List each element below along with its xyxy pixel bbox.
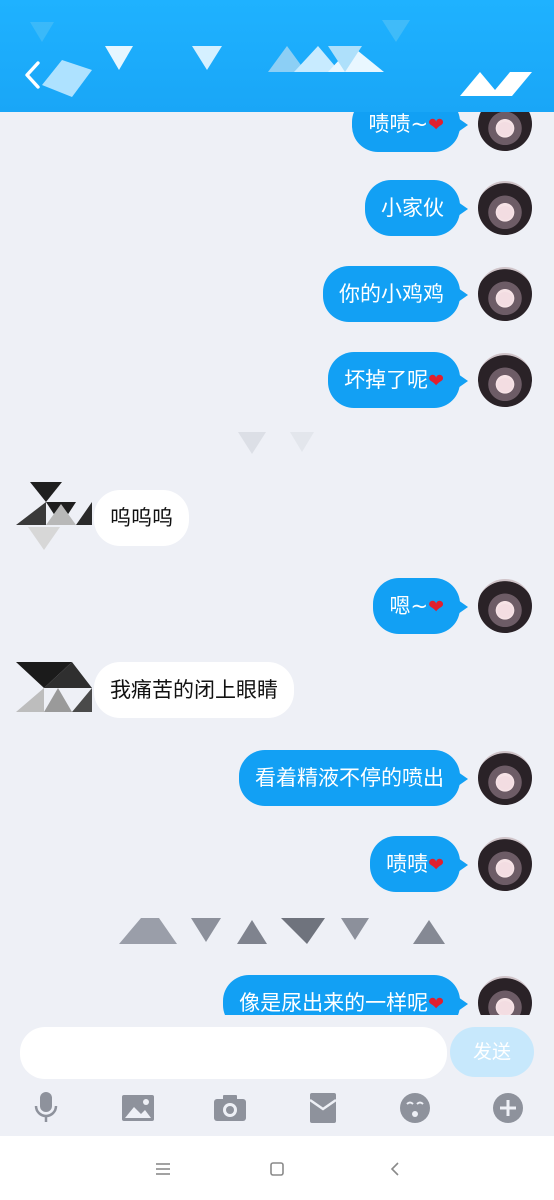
heart-emoji: ❤ (428, 993, 444, 1015)
back-nav-button[interactable] (380, 1154, 410, 1184)
message-bubble[interactable]: 你的小鸡鸡 (323, 266, 468, 322)
message-text: 啧啧~ (368, 112, 429, 136)
avatar[interactable] (478, 267, 532, 321)
home-button[interactable] (262, 1154, 292, 1184)
camera-icon (214, 1095, 246, 1121)
menu-icon (156, 1163, 170, 1175)
avatar[interactable] (478, 579, 532, 633)
message-bubble[interactable]: 啧啧❤ (370, 836, 468, 892)
square-icon (270, 1162, 284, 1176)
message-text: 呜呜呜 (110, 506, 173, 530)
emoji-button[interactable] (395, 1088, 435, 1128)
message-list[interactable]: 啧啧~❤ 小家伙 你的小鸡鸡 坏掉了呢❤ 呜呜呜 嗯~❤ 我痛苦的闭上眼睛 看着… (0, 100, 554, 1015)
red-packet-icon (309, 1093, 337, 1123)
avatar[interactable] (478, 181, 532, 235)
emoji-icon (400, 1093, 430, 1123)
message-bubble[interactable]: 小家伙 (365, 180, 468, 236)
message-input[interactable] (20, 1027, 447, 1079)
avatar[interactable] (478, 353, 532, 407)
heart-emoji: ❤ (428, 596, 444, 618)
message-text: 像是尿出来的一样呢 (239, 991, 429, 1015)
message-text: 我痛苦的闭上眼睛 (110, 678, 278, 702)
avatar-mosaic (16, 482, 92, 550)
microphone-icon (34, 1092, 58, 1122)
obscured-timestamp (238, 432, 314, 454)
heart-emoji: ❤ (428, 854, 444, 876)
camera-button[interactable] (210, 1088, 250, 1128)
avatar[interactable] (14, 662, 92, 732)
message-text: 你的小鸡鸡 (339, 282, 444, 306)
message-bubble[interactable]: 我痛苦的闭上眼睛 (94, 662, 294, 718)
heart-emoji: ❤ (428, 370, 444, 392)
heart-emoji: ❤ (428, 114, 444, 136)
avatar[interactable] (478, 976, 532, 1015)
recent-apps-button[interactable] (148, 1154, 178, 1184)
image-icon (122, 1095, 154, 1121)
message-text: 啧啧 (386, 852, 429, 876)
chat-header (0, 0, 554, 112)
more-button[interactable] (488, 1088, 528, 1128)
photo-button[interactable] (118, 1088, 158, 1128)
composer-toolbar (0, 1080, 554, 1136)
message-text: 坏掉了呢 (344, 368, 429, 392)
avatar[interactable] (478, 751, 532, 805)
chevron-left-icon (390, 1162, 399, 1176)
message-bubble[interactable]: 呜呜呜 (94, 490, 189, 546)
avatar[interactable] (478, 837, 532, 891)
obscured-system-message (119, 918, 445, 944)
send-button[interactable]: 发送 (450, 1027, 534, 1077)
message-text: 嗯~ (389, 594, 429, 618)
red-packet-button[interactable] (303, 1088, 343, 1128)
voice-button[interactable] (26, 1088, 66, 1128)
message-text: 看着精液不停的喷出 (255, 766, 444, 790)
plus-icon (493, 1093, 523, 1123)
avatar-mosaic (16, 662, 92, 712)
composer: 发送 (0, 1015, 554, 1090)
message-text: 小家伙 (381, 196, 444, 220)
message-bubble[interactable]: 嗯~❤ (373, 578, 468, 634)
message-bubble[interactable]: 坏掉了呢❤ (328, 352, 468, 408)
header-mosaic (30, 20, 532, 97)
avatar[interactable] (14, 482, 92, 552)
system-navigation-bar (0, 1136, 554, 1200)
message-bubble[interactable]: 看着精液不停的喷出 (239, 750, 468, 806)
message-bubble[interactable]: 像是尿出来的一样呢❤ (223, 975, 468, 1015)
